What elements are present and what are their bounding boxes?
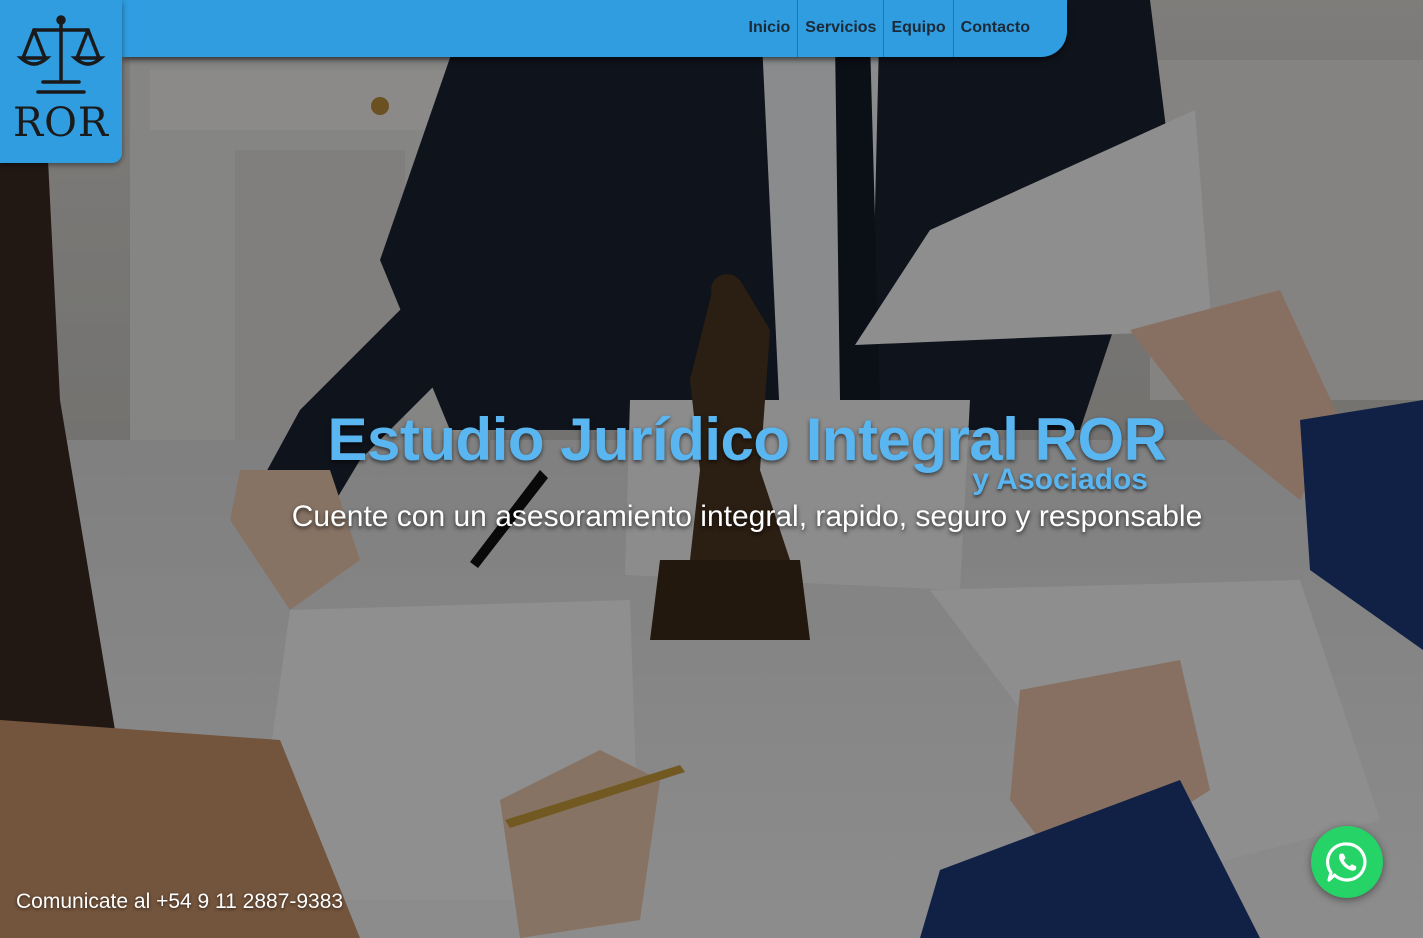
site-logo[interactable]: ROR — [0, 0, 122, 163]
scales-of-justice-icon — [16, 15, 106, 94]
hero-title: Estudio Jurídico Integral ROR — [327, 406, 1167, 473]
hero-subtitle: y Asociados — [972, 463, 1148, 496]
whatsapp-icon — [1326, 842, 1367, 882]
whatsapp-button[interactable] — [1311, 826, 1383, 898]
nav-item-equipo[interactable]: Equipo — [883, 0, 952, 57]
nav-item-inicio[interactable]: Inicio — [742, 0, 798, 57]
nav-list: Inicio Servicios Equipo Contacto — [742, 0, 1037, 57]
nav-item-contacto[interactable]: Contacto — [952, 0, 1037, 57]
contact-phone-text: Comunicate al +54 9 11 2887-9383 — [16, 890, 344, 913]
hero-tagline: Cuente con un asesoramiento integral, ra… — [291, 500, 1203, 533]
nav-item-servicios[interactable]: Servicios — [797, 0, 883, 57]
logo-text: ROR — [12, 100, 110, 146]
main-navbar: Inicio Servicios Equipo Contacto — [122, 0, 1067, 57]
hero-section: ROR Inicio Servicios Equipo Contacto Est… — [0, 0, 1423, 938]
